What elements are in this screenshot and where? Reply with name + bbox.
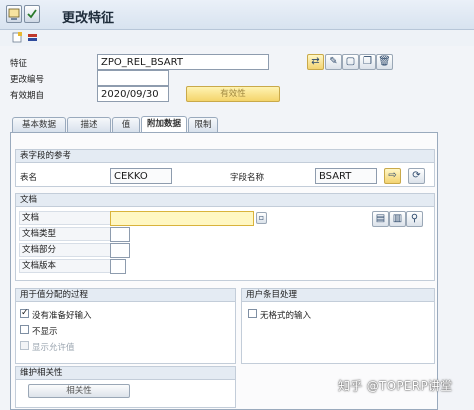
dependencies-button[interactable]: 相关性	[28, 384, 130, 398]
document-label: 文档	[19, 211, 111, 225]
new-icon[interactable]	[12, 32, 23, 43]
table-name-label: 表名	[20, 173, 38, 183]
tab-additional-data[interactable]: 附加数据	[141, 116, 187, 133]
document-field[interactable]	[110, 211, 254, 226]
table-reference-title: 表字段的参考	[16, 150, 434, 163]
unformatted-input-checkbox[interactable]	[248, 309, 257, 318]
display-change-icon[interactable]	[6, 5, 22, 23]
unformatted-input-label: 无格式的输入	[260, 311, 312, 321]
validity-button[interactable]: 有效性	[186, 86, 280, 102]
navigate-icon[interactable]: ⇨	[384, 168, 401, 184]
valid-from-label: 有效期自	[10, 91, 45, 101]
search-help-icon[interactable]: ▫	[256, 212, 267, 224]
display-allowed-values-label: 显示允许值	[32, 343, 75, 353]
document-list-icon[interactable]: ▥	[389, 211, 406, 227]
change-number-label: 更改编号	[10, 75, 45, 85]
document-type-field[interactable]	[110, 227, 130, 242]
maintain-dependencies-group: 维护相关性 相关性	[15, 366, 236, 408]
edit-pencil-icon[interactable]: ✎	[325, 54, 342, 70]
characteristic-label: 特征	[10, 59, 28, 69]
refresh-icon[interactable]: ⟳	[408, 168, 425, 184]
not-displayed-label: 不显示	[32, 327, 58, 337]
document-version-field[interactable]	[110, 259, 126, 274]
valid-from-field[interactable]: 2020/09/30	[97, 86, 169, 102]
transport-icon[interactable]	[27, 32, 38, 43]
user-entry-title: 用户条目处理	[242, 289, 434, 302]
document-part-field[interactable]	[110, 243, 130, 258]
not-displayed-checkbox[interactable]	[20, 325, 29, 334]
tab-restrictions[interactable]: 限制	[188, 117, 218, 132]
not-ready-for-input-label: 没有准备好输入	[32, 311, 92, 321]
change-number-field[interactable]	[97, 70, 169, 86]
document-part-label: 文档部分	[19, 243, 111, 257]
value-assignment-group: 用于值分配的过程 ✓ 没有准备好输入 不显示 显示允许值	[15, 288, 236, 364]
user-entry-group: 用户条目处理 无格式的输入	[241, 288, 435, 364]
document-title: 文档	[16, 194, 434, 207]
tab-values[interactable]: 值	[112, 117, 140, 132]
not-ready-for-input-checkbox[interactable]: ✓	[20, 309, 29, 318]
copy-icon[interactable]: ❐	[359, 54, 376, 70]
field-name-label: 字段名称	[230, 173, 265, 183]
checkmark-icon[interactable]	[24, 5, 40, 23]
tab-basic-data[interactable]: 基本数据	[12, 117, 66, 132]
tab-strip: 基本数据 描述 值 附加数据 限制	[10, 116, 470, 133]
where-used-icon[interactable]: ⇄	[307, 54, 324, 70]
new-document-icon[interactable]: ▢	[342, 54, 359, 70]
tab-content: 表字段的参考 表名 CEKKO 字段名称 BSART ⇨ ⟳ 文档 文档 ▫ 文…	[10, 132, 438, 410]
tab-description[interactable]: 描述	[67, 117, 111, 132]
watermark: 知乎 @TOPERP讲堂	[338, 379, 453, 393]
toolbar	[0, 30, 474, 46]
field-name-field[interactable]: BSART	[315, 168, 377, 184]
page-title: 更改特征	[62, 11, 115, 26]
value-assignment-title: 用于值分配的过程	[16, 289, 235, 302]
table-reference-group: 表字段的参考 表名 CEKKO 字段名称 BSART ⇨ ⟳	[15, 149, 435, 187]
display-document-icon[interactable]: ▤	[372, 211, 389, 227]
characteristic-field[interactable]: ZPO_REL_BSART	[97, 54, 269, 70]
find-binoculars-icon[interactable]: ⚲	[406, 211, 423, 227]
document-group: 文档 文档 ▫ 文档类型 文档部分 文档版本 ▤ ▥ ⚲	[15, 193, 435, 281]
display-allowed-values-checkbox[interactable]	[20, 341, 29, 350]
table-name-field[interactable]: CEKKO	[110, 168, 172, 184]
title-bar: 更改特征	[0, 0, 474, 30]
document-version-label: 文档版本	[19, 259, 111, 273]
document-type-label: 文档类型	[19, 227, 111, 241]
delete-trash-icon[interactable]: 🗑	[376, 54, 393, 70]
maintain-dependencies-title: 维护相关性	[16, 367, 235, 380]
